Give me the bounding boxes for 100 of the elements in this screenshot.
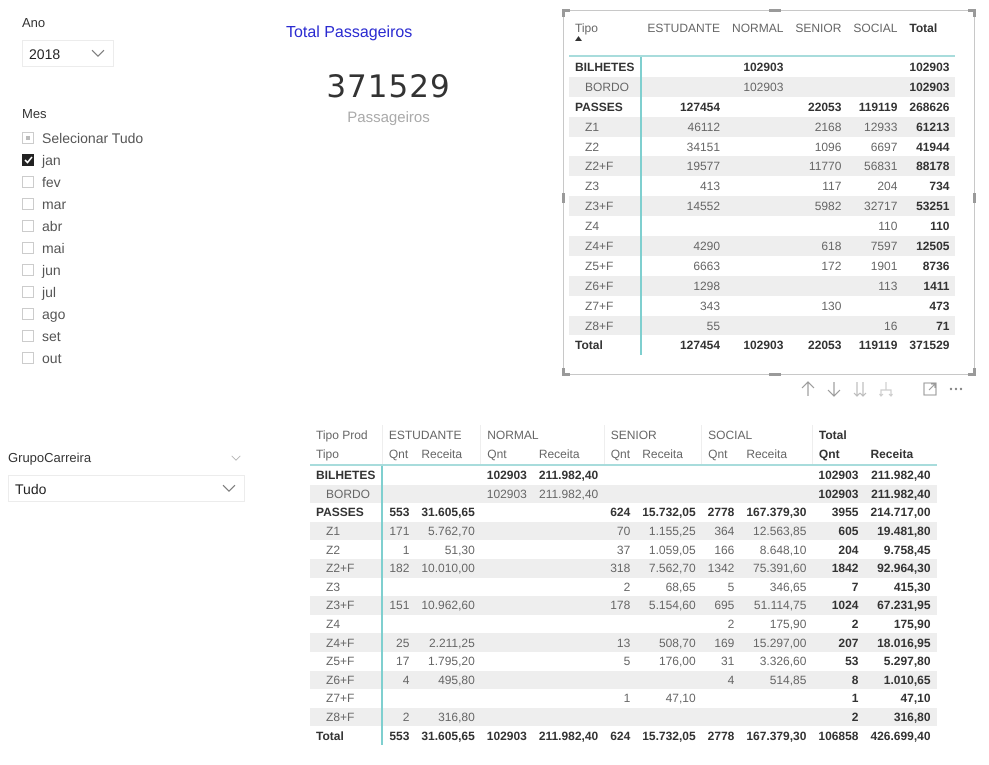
table-cell: 19.481,80 xyxy=(864,522,937,540)
table-cell: 18.016,95 xyxy=(864,633,937,652)
column-header: Total xyxy=(812,425,937,444)
arrow-up-icon[interactable] xyxy=(801,381,815,397)
checkbox[interactable] xyxy=(22,154,34,166)
table-cell: 15.732,05 xyxy=(636,503,702,522)
table-cell: 53 xyxy=(812,652,864,671)
table-cell: 178 xyxy=(604,596,636,615)
table-cell: 5.154,60 xyxy=(636,596,702,615)
slicer-title: Ano xyxy=(22,14,46,32)
visual-frame[interactable] xyxy=(563,10,975,375)
group-dropdown[interactable]: Tudo xyxy=(8,475,245,502)
table-cell: 25 xyxy=(382,633,416,652)
table-cell: 13 xyxy=(604,633,636,652)
table-cell-text: 31.605,65 xyxy=(420,728,476,745)
table-cell: 3955 xyxy=(812,503,864,522)
table-cell: 127454 xyxy=(641,96,726,117)
table-cell: 6663 xyxy=(641,256,726,276)
table-cell-text: 119119 xyxy=(858,337,898,354)
table-cell: 102903 xyxy=(812,465,864,485)
table-cell: 67.231,95 xyxy=(864,596,937,615)
arrow-down-icon[interactable] xyxy=(827,381,841,397)
table-cell: 34151 xyxy=(641,136,726,156)
month-option[interactable]: abr xyxy=(22,215,144,237)
table-cell: 51.114,75 xyxy=(740,596,812,615)
column-header: ESTUDANTE xyxy=(382,425,481,444)
table-cell: 605 xyxy=(812,522,864,540)
table-cell: 624 xyxy=(604,503,636,522)
table-cell: 5.297,80 xyxy=(864,652,937,671)
table-cell: 2 xyxy=(812,708,864,726)
month-option[interactable]: set xyxy=(22,325,144,347)
table-cell: 734 xyxy=(903,176,956,196)
table-cell: 102903 xyxy=(480,484,533,504)
more-options-icon[interactable] xyxy=(949,387,963,391)
table-cell: 171 xyxy=(382,522,416,540)
table-cell: 4 xyxy=(702,670,740,690)
table-cell: 176,00 xyxy=(636,652,702,671)
table-cell: 113 xyxy=(847,276,904,296)
table-cell: 5 xyxy=(702,578,740,596)
table-cell: 61213 xyxy=(903,116,956,137)
row-label: Total xyxy=(569,335,642,356)
month-option[interactable]: jan xyxy=(22,149,144,171)
table-cell: 364 xyxy=(702,522,740,540)
table-cell: 6697 xyxy=(847,136,904,156)
table-cell: 47,10 xyxy=(864,689,937,708)
table-cell-text: 371529 xyxy=(908,337,950,354)
table-cell: 4290 xyxy=(641,236,726,256)
month-option[interactable]: mar xyxy=(22,193,144,215)
year-dropdown[interactable]: 2018 xyxy=(22,40,114,67)
table-cell: 22053 xyxy=(789,96,848,117)
table-cell: 75.391,60 xyxy=(740,558,812,578)
table-cell: 211.982,40 xyxy=(532,465,604,485)
double-arrow-down-icon[interactable] xyxy=(853,381,867,397)
focus-mode-icon[interactable] xyxy=(923,382,937,396)
table-cell: 68,65 xyxy=(636,578,702,596)
hierarchy-icon[interactable] xyxy=(879,381,893,397)
table-cell: 10.962,60 xyxy=(415,596,481,615)
month-option[interactable]: jul xyxy=(22,281,144,303)
table-cell: 9.758,45 xyxy=(864,540,937,559)
table-cell-text: 211.982,40 xyxy=(538,728,600,745)
month-option[interactable]: jun xyxy=(22,259,144,281)
table-cell: 268626 xyxy=(903,96,956,117)
table-cell: 1342 xyxy=(702,558,740,578)
table-cell: 167.379,30 xyxy=(740,503,812,522)
table-cell: 343 xyxy=(641,296,726,316)
table-cell: 92.964,30 xyxy=(864,558,937,578)
table-cell: 5.762,70 xyxy=(415,522,481,540)
table-cell: 1.155,25 xyxy=(636,522,702,540)
table-cell: 318 xyxy=(604,558,636,578)
table-cell-text: 167.379,30 xyxy=(745,728,808,745)
month-option[interactable]: ago xyxy=(22,303,144,325)
table-cell: 17 xyxy=(382,652,416,671)
table-cell: 618 xyxy=(789,236,848,256)
table-cell: 130 xyxy=(789,296,848,316)
table-cell: 1096 xyxy=(789,136,848,156)
table-cell: 102903 xyxy=(903,76,956,97)
table-cell: 2 xyxy=(812,614,864,634)
collapse-chevron-icon xyxy=(231,455,241,461)
table-cell: 695 xyxy=(702,596,740,615)
column-header: SOCIAL xyxy=(702,425,812,444)
table-cell: 12933 xyxy=(847,116,904,137)
table-cell: 117 xyxy=(789,176,848,196)
table-cell: 204 xyxy=(812,540,864,559)
table-cell: 1.010,65 xyxy=(864,670,937,690)
select-all-option[interactable]: Selecionar Tudo xyxy=(22,127,144,149)
table-cell: 182 xyxy=(382,558,416,578)
month-option[interactable]: fev xyxy=(22,171,144,193)
table-cell: 166 xyxy=(702,540,740,559)
month-option[interactable]: mai xyxy=(22,237,144,259)
table-cell-text: 426.699,40 xyxy=(869,728,932,745)
table-cell: 31.605,65 xyxy=(415,503,481,522)
table-cell-text: 15.732,05 xyxy=(641,728,697,745)
table-cell: 207 xyxy=(812,633,864,652)
column-header[interactable]: Tipo xyxy=(575,21,598,35)
table-cell: 1024 xyxy=(812,596,864,615)
table-cell: 413 xyxy=(641,176,726,196)
table-cell: 1298 xyxy=(641,276,726,296)
table-cell: 495,80 xyxy=(415,670,481,690)
month-option[interactable]: out xyxy=(22,347,144,369)
table-cell: 47,10 xyxy=(636,689,702,708)
